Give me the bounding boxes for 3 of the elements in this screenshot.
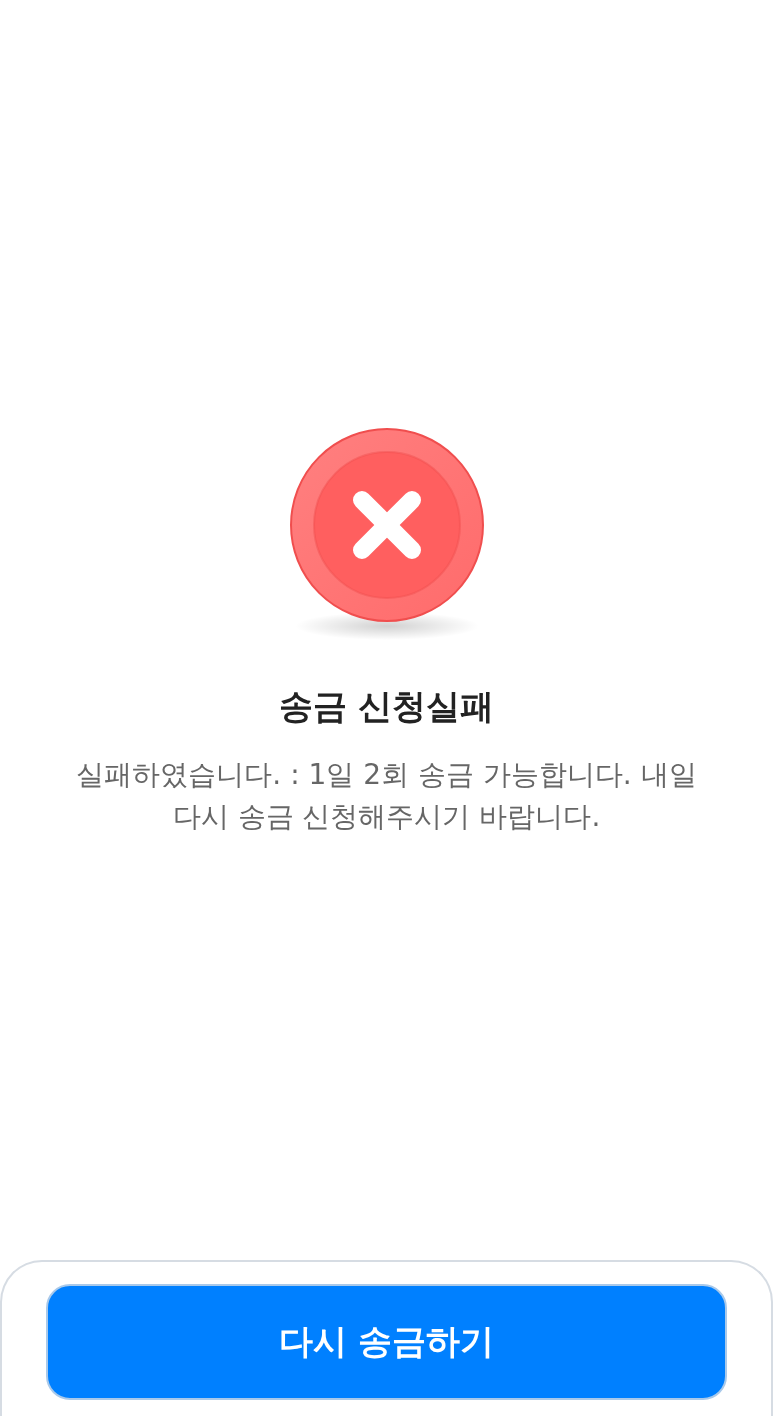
retry-button[interactable]: 다시 송금하기	[46, 1284, 727, 1400]
result-title: 송금 신청실패	[278, 685, 495, 728]
result-message: 실패하였습니다. : 1일 2회 송금 가능합니다. 내일 다시 송금 신청해주시기 바랍니다.	[75, 757, 698, 835]
